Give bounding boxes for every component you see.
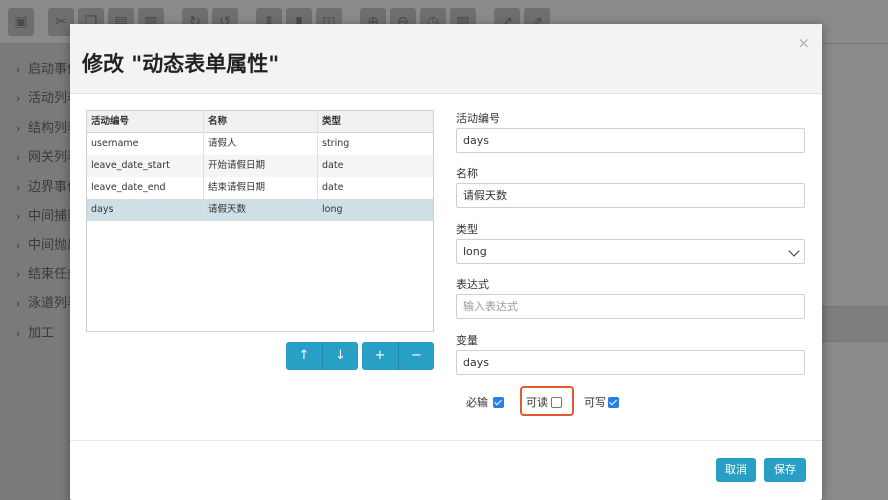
- footer-divider: [70, 440, 822, 441]
- cancel-button[interactable]: 取消: [716, 458, 756, 482]
- cell-type: string: [317, 133, 433, 155]
- writable-label: 可写: [584, 396, 606, 409]
- move-down-button[interactable]: ↓: [322, 342, 358, 370]
- name-label: 名称: [456, 167, 478, 180]
- chevron-right-icon: ›: [16, 63, 21, 76]
- expression-input[interactable]: 输入表达式: [456, 294, 805, 319]
- table-row[interactable]: leave_date_end 结束请假日期 date: [87, 177, 433, 199]
- save-button[interactable]: 保存: [764, 458, 806, 482]
- chevron-right-icon: ›: [16, 151, 21, 164]
- required-checkbox[interactable]: [493, 397, 504, 408]
- property-table: 活动编号 名称 类型 username 请假人 string leave_dat…: [86, 110, 434, 332]
- dialog-title: 修改 "动态表单属性": [82, 52, 280, 76]
- chevron-right-icon: ›: [16, 327, 21, 340]
- expression-label: 表达式: [456, 278, 489, 291]
- type-label: 类型: [456, 223, 478, 236]
- cell-type: date: [317, 177, 433, 199]
- cell-id: leave_date_start: [91, 160, 170, 171]
- chevron-right-icon: ›: [16, 239, 21, 252]
- cell-type: date: [317, 155, 433, 177]
- highlight-annotation: [520, 386, 574, 416]
- cell-name: 结束请假日期: [203, 177, 317, 199]
- add-property-button[interactable]: +: [362, 342, 398, 370]
- remove-property-button[interactable]: −: [398, 342, 434, 370]
- variable-input[interactable]: days: [456, 350, 805, 375]
- required-checkbox-group[interactable]: 必输: [466, 392, 506, 414]
- type-select[interactable]: long: [456, 239, 805, 264]
- chevron-right-icon: ›: [16, 181, 21, 194]
- writable-checkbox-group[interactable]: 可写: [584, 392, 624, 414]
- variable-label: 变量: [456, 334, 478, 347]
- chevron-right-icon: ›: [16, 268, 21, 281]
- save-icon[interactable]: ▣: [8, 8, 34, 36]
- edit-form-properties-dialog: 修改 "动态表单属性" × 活动编号 名称 类型 username 请假人 st…: [70, 24, 822, 500]
- chevron-right-icon: ›: [16, 297, 21, 310]
- table-row[interactable]: leave_date_start 开始请假日期 date: [87, 155, 433, 177]
- table-row[interactable]: username 请假人 string: [87, 133, 433, 155]
- cell-name: 开始请假日期: [203, 155, 317, 177]
- canvas-area: [822, 44, 888, 500]
- name-input[interactable]: 请假天数: [456, 183, 805, 208]
- sidebar-item[interactable]: › 加工: [16, 322, 54, 341]
- cell-id: leave_date_end: [91, 182, 166, 193]
- chevron-right-icon: ›: [16, 122, 21, 135]
- chevron-right-icon: ›: [16, 210, 21, 223]
- cell-id: days: [91, 204, 114, 215]
- id-label: 活动编号: [456, 112, 500, 125]
- type-select-value: long: [463, 245, 487, 258]
- move-up-button[interactable]: ↑: [286, 342, 322, 370]
- cell-name: 请假天数: [203, 199, 317, 221]
- column-header-id: 活动编号: [91, 116, 130, 127]
- column-header-name: 名称: [203, 111, 317, 133]
- close-icon[interactable]: ×: [797, 34, 810, 52]
- column-header-type: 类型: [317, 111, 433, 133]
- required-label: 必输: [466, 396, 488, 409]
- writable-checkbox[interactable]: [608, 397, 619, 408]
- dialog-header: 修改 "动态表单属性" ×: [70, 24, 822, 94]
- table-header: 活动编号 名称 类型: [87, 111, 433, 133]
- chevron-right-icon: ›: [16, 92, 21, 105]
- sidebar: › 启动事件 › 活动列表 › 结构列表 › 网关列表 › 边界事件 › 中间捕获 › 中间抛…: [0, 44, 80, 500]
- cell-id: username: [91, 138, 139, 149]
- canvas-band: [822, 306, 888, 342]
- cell-type: long: [317, 199, 433, 221]
- cell-name: 请假人: [203, 133, 317, 155]
- chevron-down-icon: [788, 245, 800, 257]
- table-row-selected[interactable]: days 请假天数 long: [87, 199, 433, 221]
- id-input[interactable]: days: [456, 128, 805, 153]
